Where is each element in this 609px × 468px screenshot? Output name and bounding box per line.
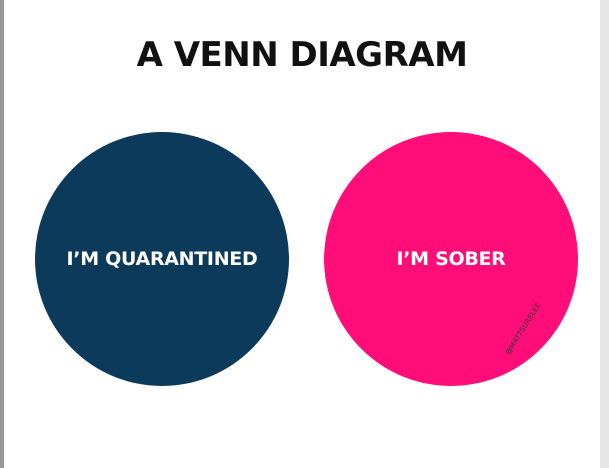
frame-right-border [600, 0, 609, 468]
set-circle-quarantined: I’M QUARANTINED [35, 132, 289, 386]
diagram-title: A VENN DIAGRAM [136, 35, 468, 75]
set-label-quarantined: I’M QUARANTINED [66, 248, 258, 270]
set-label-sober: I’M SOBER [396, 248, 506, 270]
set-circle-sober: I’M SOBER [324, 132, 578, 386]
venn-card: A VENN DIAGRAM I’M QUARANTINED I’M SOBER… [4, 0, 600, 468]
